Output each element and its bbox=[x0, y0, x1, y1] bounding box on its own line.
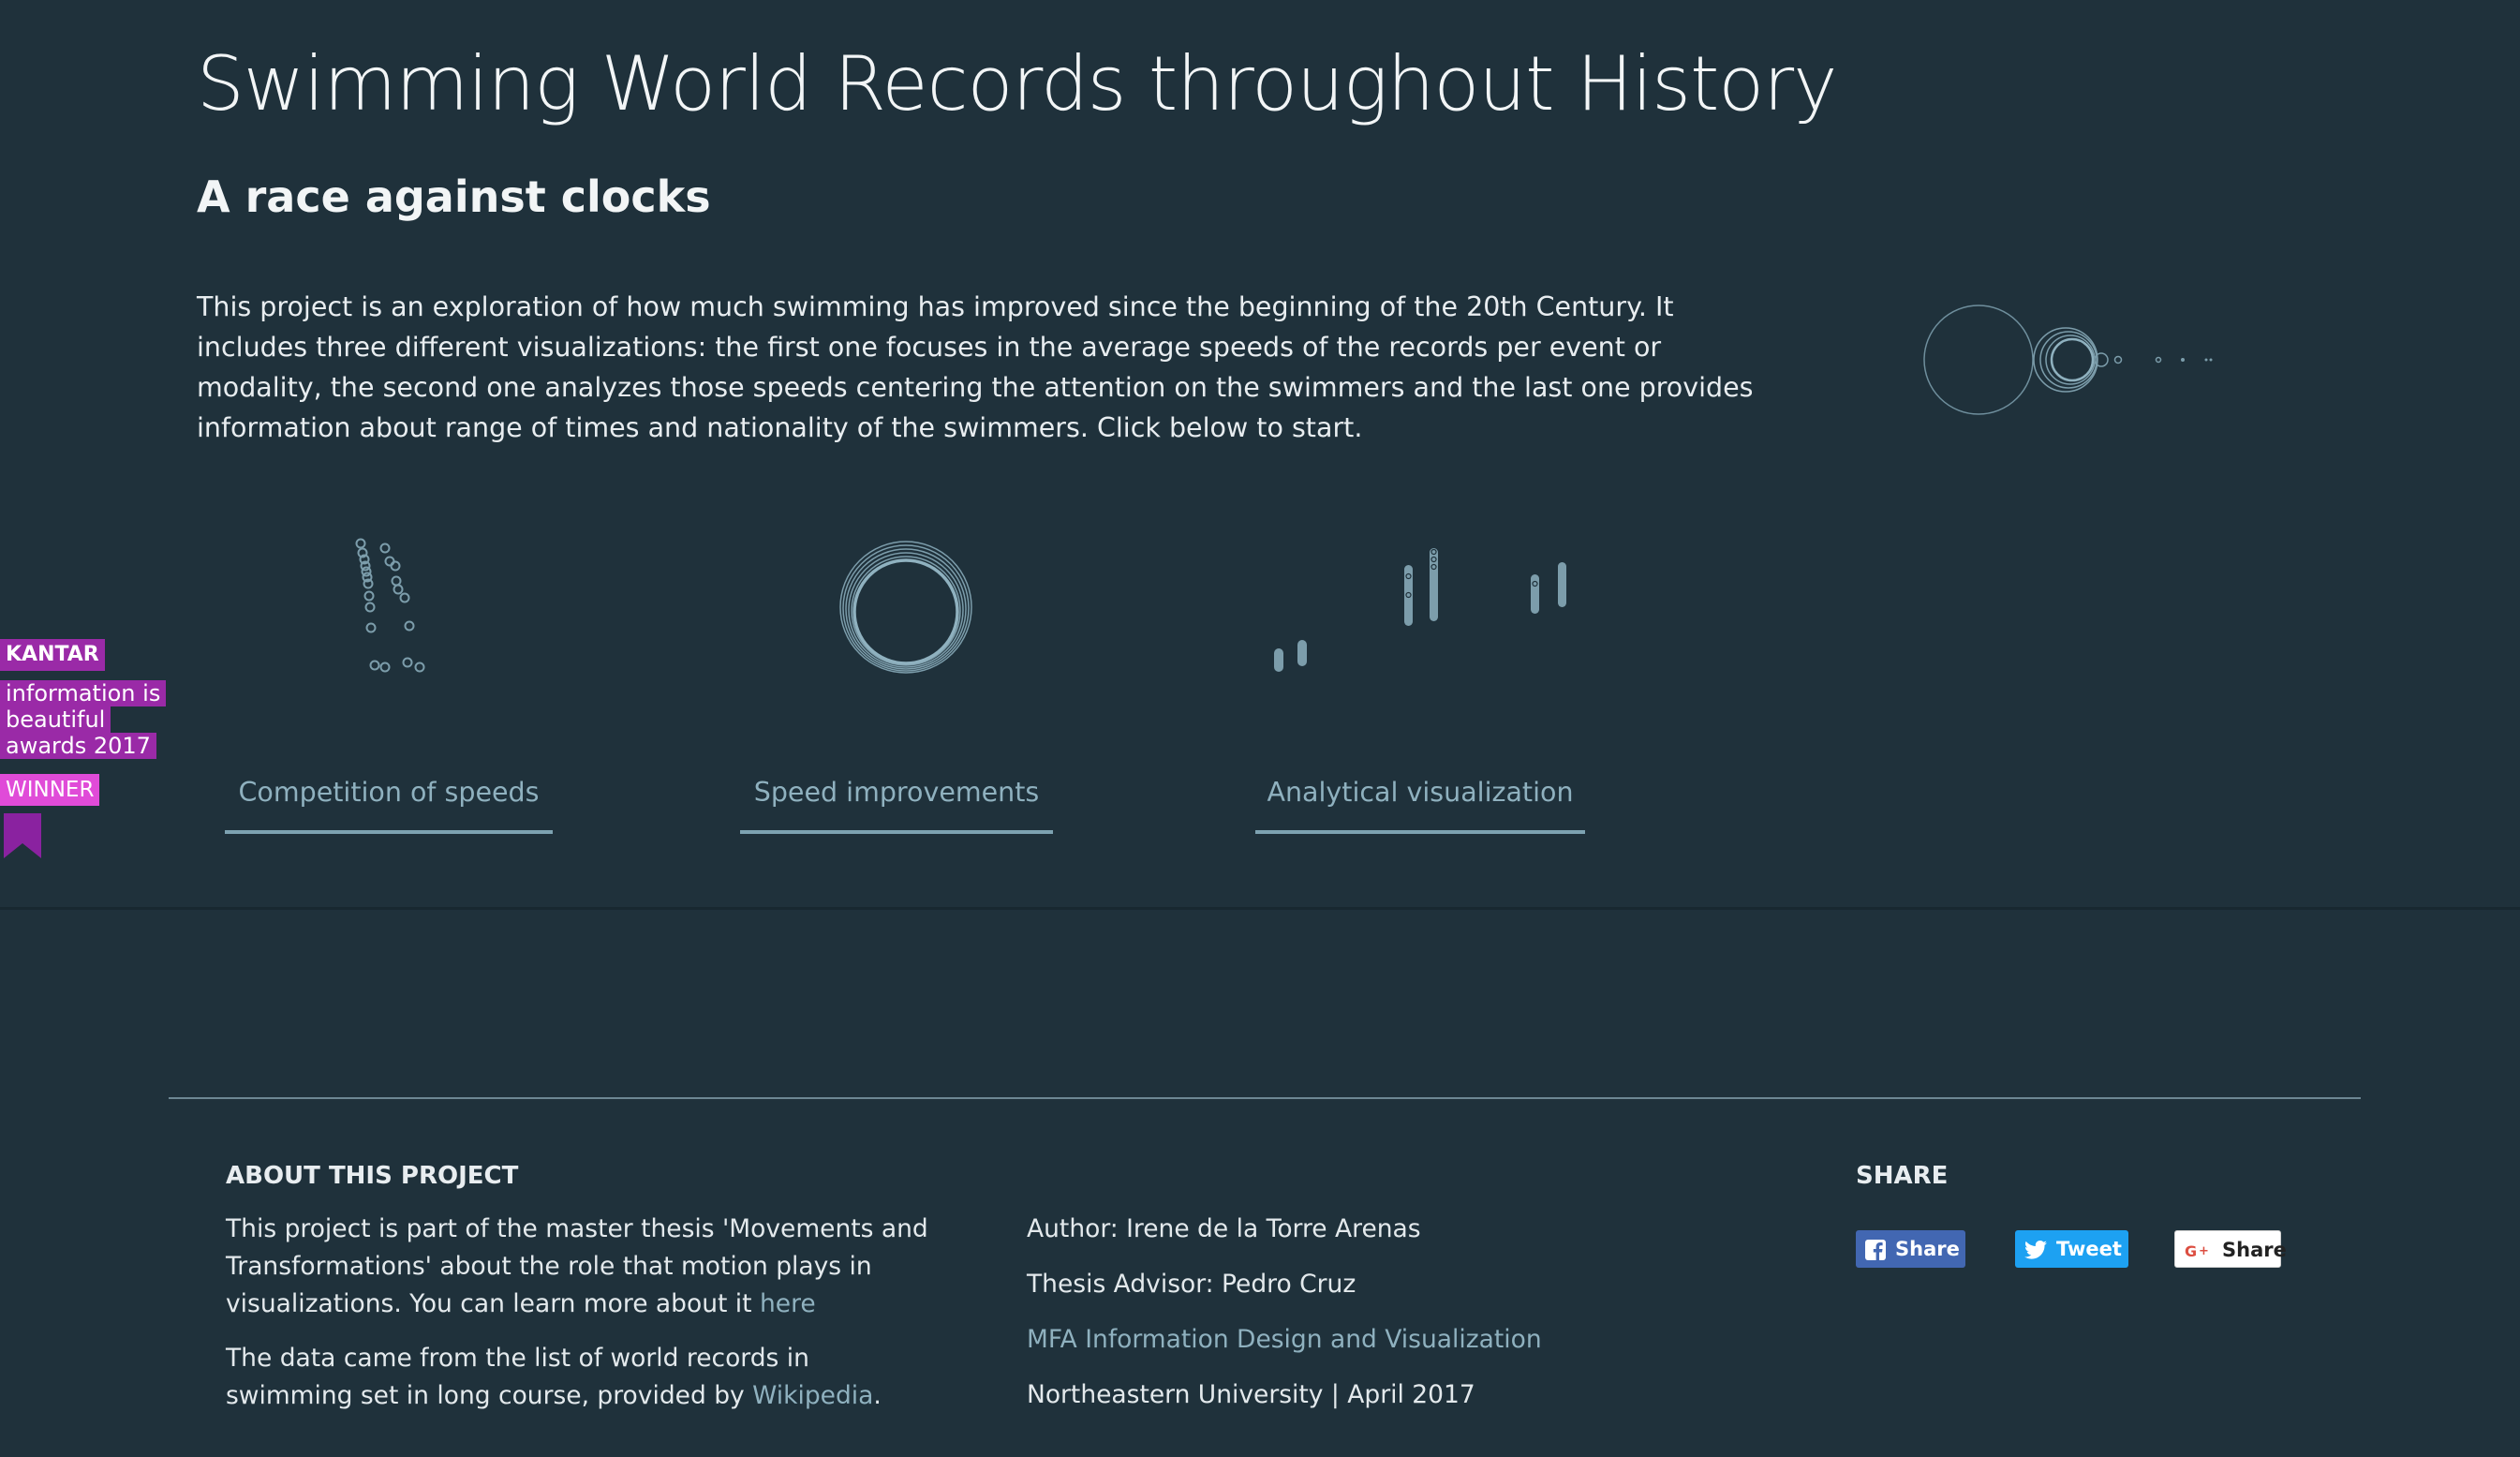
analytical-visualization-link[interactable]: Analytical visualization bbox=[1255, 766, 1585, 834]
twitter-tweet-label: Tweet bbox=[2056, 1238, 2122, 1260]
page-title: Swimming World Records throughout Histor… bbox=[197, 40, 1837, 127]
about-p1-line1: This project is part of the master thesi… bbox=[226, 1214, 928, 1243]
twitter-tweet-button[interactable]: Tweet bbox=[2015, 1230, 2128, 1268]
hero-section: Swimming World Records throughout Histor… bbox=[0, 0, 2520, 907]
twitter-bird-icon bbox=[2024, 1241, 2047, 1259]
svg-text:+: + bbox=[2199, 1244, 2209, 1258]
google-plus-share-button[interactable]: G + Share bbox=[2174, 1230, 2287, 1268]
university-credit: Northeastern University | April 2017 bbox=[1027, 1380, 1475, 1409]
about-p1-line3-text: visualizations. You can learn more about… bbox=[226, 1289, 760, 1318]
scattered-circles-thumbnail-icon bbox=[355, 538, 425, 673]
about-p2-line1: The data came from the list of world rec… bbox=[226, 1344, 809, 1373]
facebook-share-button[interactable]: Share bbox=[1856, 1230, 1965, 1268]
google-plus-share-label: Share bbox=[2222, 1239, 2287, 1261]
about-paragraph-2: The data came from the list of world rec… bbox=[226, 1340, 938, 1415]
decorative-circles-icon bbox=[1923, 305, 2213, 415]
intro-text: This project is an exploration of how mu… bbox=[197, 291, 1754, 443]
learn-more-link[interactable]: here bbox=[760, 1289, 816, 1318]
page-subtitle: A race against clocks bbox=[197, 171, 711, 222]
wikipedia-link[interactable]: Wikipedia bbox=[752, 1381, 873, 1410]
about-heading: ABOUT THIS PROJECT bbox=[226, 1162, 519, 1190]
program-link[interactable]: MFA Information Design and Visualization bbox=[1027, 1321, 1542, 1359]
author-credit: Author: Irene de la Torre Arenas bbox=[1027, 1214, 1421, 1243]
google-plus-icon: G + bbox=[2185, 1242, 2209, 1259]
award-line-1: information is bbox=[0, 680, 167, 706]
range-bars-thumbnail-icon bbox=[1274, 548, 1566, 672]
about-p1-line3: visualizations. You can learn more about… bbox=[226, 1286, 938, 1323]
award-line-2: beautiful bbox=[0, 706, 111, 733]
footer-divider bbox=[169, 1097, 2361, 1099]
award-line-3: awards 2017 bbox=[0, 733, 156, 759]
advisor-credit: Thesis Advisor: Pedro Cruz bbox=[1027, 1270, 1356, 1299]
about-p1-line2: Transformations' about the role that mot… bbox=[226, 1252, 872, 1281]
about-p2-end: . bbox=[873, 1381, 882, 1410]
award-status: WINNER bbox=[0, 774, 100, 806]
competition-of-speeds-link[interactable]: Competition of speeds bbox=[225, 766, 553, 834]
bookmark-icon bbox=[4, 813, 41, 858]
speed-improvements-link[interactable]: Speed improvements bbox=[740, 766, 1053, 834]
concentric-rings-thumbnail-icon bbox=[839, 541, 972, 674]
facebook-share-label: Share bbox=[1895, 1238, 1960, 1260]
page: Swimming World Records throughout Histor… bbox=[0, 0, 2520, 1457]
about-paragraph-1: This project is part of the master thesi… bbox=[226, 1211, 938, 1323]
about-p2-line2-text: swimming set in long course, provided by bbox=[226, 1381, 753, 1410]
about-p2-line2: swimming set in long course, provided by… bbox=[226, 1377, 938, 1415]
hero-divider bbox=[0, 907, 2520, 910]
facebook-icon bbox=[1865, 1240, 1886, 1260]
svg-text:G: G bbox=[2185, 1242, 2197, 1259]
award-sponsor: KANTAR bbox=[0, 639, 105, 671]
share-heading: SHARE bbox=[1856, 1162, 1949, 1190]
